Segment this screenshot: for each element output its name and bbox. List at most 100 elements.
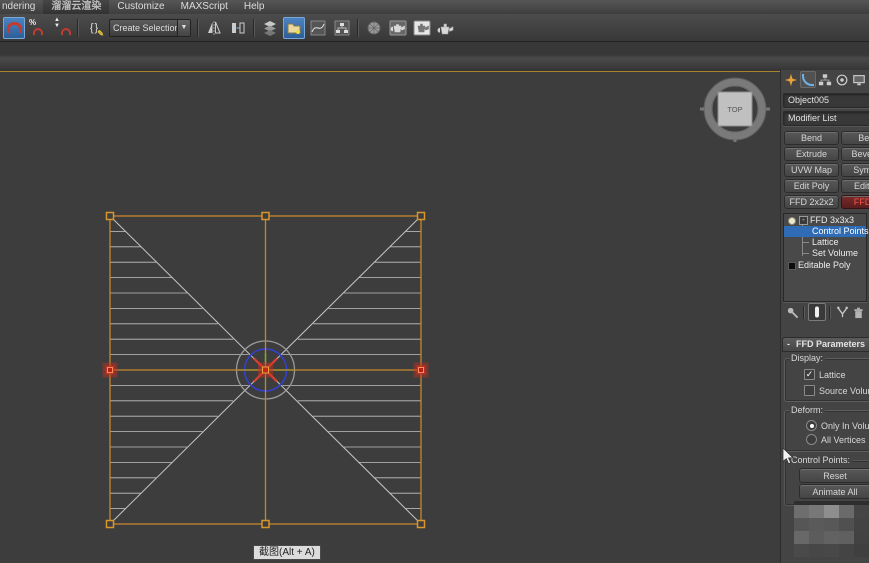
ffd-parameters-rollout-header[interactable]: - FFD Parameters bbox=[782, 337, 869, 352]
hierarchy-tree-icon bbox=[818, 73, 832, 85]
viewcube-top-face-label[interactable]: TOP bbox=[727, 105, 742, 114]
mirror-icon[interactable] bbox=[203, 17, 225, 39]
command-panel: Object005 Modifier List Bend Beve Extrud… bbox=[780, 70, 869, 563]
modifier-button-bend[interactable]: Bend bbox=[784, 131, 839, 145]
modifier-list-dropdown[interactable]: Modifier List bbox=[783, 111, 869, 126]
pin-stack-icon[interactable] bbox=[784, 304, 800, 320]
modifier-stack: - FFD 3x3x3 Control Points Lattice Set V… bbox=[783, 213, 869, 302]
tab-motion[interactable] bbox=[834, 71, 850, 88]
control-points-group-label: Control Points: bbox=[789, 455, 853, 465]
ffd-selected-control-point-right[interactable] bbox=[413, 362, 429, 378]
percent-snap-toggle-icon[interactable]: % bbox=[27, 17, 49, 39]
tab-hierarchy[interactable] bbox=[817, 71, 833, 88]
modifier-button-bevel-profile[interactable]: Bevel Pr bbox=[841, 147, 869, 161]
menu-maxscript[interactable]: MAXScript bbox=[173, 0, 236, 14]
render-production-icon[interactable] bbox=[435, 17, 457, 39]
source-volume-checkbox-row[interactable]: Source Volume bbox=[804, 385, 869, 396]
make-unique-icon[interactable] bbox=[834, 304, 850, 320]
render-setup-icon[interactable] bbox=[387, 17, 409, 39]
tab-modify[interactable] bbox=[800, 71, 816, 88]
modifier-button-bevel[interactable]: Beve bbox=[841, 131, 869, 145]
base-object-icon bbox=[788, 262, 796, 270]
control-points-group: Control Points: Reset Animate All bbox=[784, 455, 869, 506]
collapse-box-icon[interactable]: - bbox=[799, 216, 808, 225]
mosaic-cell bbox=[824, 505, 839, 518]
toolbar-separator bbox=[77, 18, 79, 37]
modifier-button-symmetry[interactable]: Symme bbox=[841, 163, 869, 177]
modifier-button-ffd-3x3x3[interactable]: FFD 3x bbox=[841, 195, 869, 209]
menu-customize[interactable]: Customize bbox=[109, 0, 172, 14]
schematic-view-icon[interactable] bbox=[331, 17, 353, 39]
stack-item-lattice[interactable]: Lattice bbox=[784, 237, 866, 248]
spinner-snap-toggle-icon[interactable]: ▲ ▼ bbox=[51, 17, 73, 39]
mosaic-cell bbox=[854, 544, 869, 557]
modifier-button-edit-poly[interactable]: Edit Poly bbox=[784, 179, 839, 193]
tab-create[interactable] bbox=[783, 71, 799, 88]
only-in-volume-radio[interactable] bbox=[806, 420, 817, 431]
display-group: Display: ✓ Lattice Source Volume bbox=[784, 353, 869, 402]
only-in-volume-radio-row[interactable]: Only In Volume bbox=[806, 420, 869, 431]
material-editor-icon[interactable] bbox=[363, 17, 385, 39]
modifier-button-uvw-map[interactable]: UVW Map bbox=[784, 163, 839, 177]
animate-all-button[interactable]: Animate All bbox=[799, 484, 869, 499]
stack-item-editable-poly[interactable]: Editable Poly bbox=[784, 260, 866, 271]
mosaic-cell bbox=[824, 518, 839, 531]
ffd-selected-control-point-left[interactable] bbox=[102, 362, 118, 378]
stack-item-control-points[interactable]: Control Points bbox=[784, 226, 869, 237]
lattice-checkbox-row[interactable]: ✓ Lattice bbox=[804, 369, 846, 380]
source-volume-checkbox[interactable] bbox=[804, 385, 815, 396]
mosaic-cell bbox=[809, 531, 824, 544]
top-viewport[interactable]: TOP bbox=[0, 71, 780, 563]
mosaic-cell bbox=[794, 531, 809, 544]
mosaic-cell bbox=[854, 531, 869, 544]
menu-cloud-render-plugin[interactable]: 溜溜云渲染 bbox=[43, 0, 110, 14]
viewcube-south-tick[interactable] bbox=[733, 138, 737, 142]
show-end-result-icon[interactable] bbox=[808, 303, 826, 321]
mosaic-cell bbox=[824, 531, 839, 544]
create-star-icon bbox=[784, 73, 798, 86]
menu-help[interactable]: Help bbox=[236, 0, 273, 14]
angle-snap-toggle-icon[interactable] bbox=[3, 16, 25, 39]
rendered-frame-window-icon[interactable] bbox=[411, 17, 433, 39]
deform-group-label: Deform: bbox=[789, 405, 826, 415]
modifier-button-edit-spline[interactable]: Edit Sp bbox=[841, 179, 869, 193]
named-selection-set-value: Create Selection Set bbox=[113, 22, 177, 33]
reset-button[interactable]: Reset bbox=[799, 468, 869, 483]
object-name-field[interactable]: Object005 bbox=[783, 93, 869, 108]
tab-display[interactable] bbox=[851, 71, 867, 88]
menu-bar: ndering 溜溜云渲染 Customize MAXScript Help bbox=[0, 0, 869, 14]
viewport-canvas[interactable]: TOP bbox=[0, 72, 780, 563]
viewcube-east-tick[interactable] bbox=[766, 107, 770, 111]
modifier-enabled-lightbulb-icon[interactable] bbox=[788, 217, 796, 225]
remove-modifier-icon[interactable] bbox=[850, 304, 866, 320]
manage-layers-icon[interactable] bbox=[259, 17, 281, 39]
modify-arc-icon bbox=[802, 73, 814, 86]
toggle-ribbon-icon[interactable] bbox=[283, 16, 305, 39]
lattice-checkbox[interactable]: ✓ bbox=[804, 369, 815, 380]
curve-editor-icon[interactable] bbox=[307, 17, 329, 39]
magnet-icon bbox=[6, 22, 22, 33]
mosaic-cell bbox=[839, 531, 854, 544]
mouse-cursor bbox=[782, 448, 794, 465]
named-selection-set-dropdown[interactable]: Create Selection Set ▼ bbox=[109, 18, 191, 37]
screenshot-tooltip: 截图(Alt + A) bbox=[253, 545, 321, 560]
modifier-button-extrude[interactable]: Extrude bbox=[784, 147, 839, 161]
mosaic-cell bbox=[854, 505, 869, 518]
align-icon[interactable] bbox=[227, 17, 249, 39]
stack-item-ffd3x3x3[interactable]: - FFD 3x3x3 bbox=[784, 215, 866, 226]
all-vertices-radio[interactable] bbox=[806, 434, 817, 445]
dropdown-arrow-icon[interactable]: ▼ bbox=[177, 19, 190, 36]
viewcube[interactable]: TOP bbox=[700, 77, 770, 142]
modifier-button-ffd-2x2x2[interactable]: FFD 2x2x2 bbox=[784, 195, 839, 209]
rollout-collapse-icon: - bbox=[787, 339, 790, 349]
edit-named-selection-sets-icon[interactable]: { } ✎ bbox=[83, 17, 105, 39]
viewcube-west-tick[interactable] bbox=[700, 107, 704, 111]
display-monitor-icon bbox=[853, 74, 865, 85]
mosaic-cell bbox=[854, 518, 869, 531]
mosaic-cell bbox=[794, 518, 809, 531]
mosaic-cell bbox=[794, 505, 809, 518]
menu-rendering[interactable]: ndering bbox=[0, 0, 43, 14]
deform-group: Deform: Only In Volume All Vertices bbox=[784, 405, 869, 452]
stack-item-set-volume[interactable]: Set Volume bbox=[784, 248, 866, 259]
all-vertices-radio-row[interactable]: All Vertices bbox=[806, 434, 866, 445]
